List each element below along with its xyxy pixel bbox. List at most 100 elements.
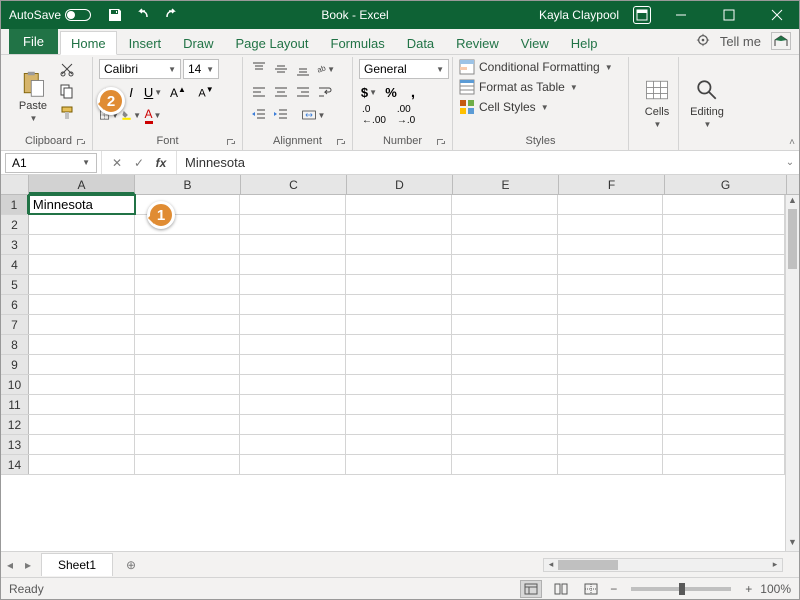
tab-data[interactable]: Data bbox=[397, 32, 444, 54]
cell[interactable] bbox=[135, 455, 241, 474]
row-header[interactable]: 10 bbox=[1, 375, 29, 394]
cell[interactable] bbox=[452, 275, 558, 294]
cell[interactable] bbox=[240, 235, 346, 254]
percent-format-icon[interactable]: % bbox=[381, 82, 401, 102]
scroll-down-icon[interactable]: ▼ bbox=[786, 537, 799, 551]
cell[interactable] bbox=[240, 395, 346, 414]
name-box[interactable]: A1▼ bbox=[5, 153, 97, 173]
cell[interactable] bbox=[558, 275, 664, 294]
cell[interactable] bbox=[346, 235, 452, 254]
wrap-text-icon[interactable] bbox=[315, 82, 335, 102]
scroll-up-icon[interactable]: ▲ bbox=[786, 195, 799, 209]
comma-format-icon[interactable]: , bbox=[403, 82, 423, 102]
cell[interactable] bbox=[29, 255, 135, 274]
paste-button[interactable]: Paste ▼ bbox=[11, 59, 55, 134]
tab-help[interactable]: Help bbox=[561, 32, 608, 54]
cell[interactable] bbox=[663, 395, 785, 414]
cell[interactable] bbox=[240, 255, 346, 274]
align-center-icon[interactable] bbox=[271, 82, 291, 102]
row-header[interactable]: 5 bbox=[1, 275, 29, 294]
row-header[interactable]: 8 bbox=[1, 335, 29, 354]
font-launcher[interactable] bbox=[226, 138, 236, 148]
page-break-view-icon[interactable] bbox=[580, 580, 602, 598]
cell[interactable] bbox=[135, 315, 241, 334]
maximize-button[interactable] bbox=[707, 1, 751, 29]
fill-color-button[interactable]: ▼ bbox=[121, 105, 141, 125]
row-header[interactable]: 12 bbox=[1, 415, 29, 434]
cell[interactable] bbox=[135, 235, 241, 254]
cell[interactable] bbox=[663, 455, 785, 474]
cell[interactable] bbox=[135, 395, 241, 414]
cell[interactable] bbox=[346, 355, 452, 374]
sheet-nav-next[interactable]: ▸ bbox=[19, 558, 37, 572]
autosave-toggle[interactable]: AutoSave bbox=[9, 8, 91, 22]
cell[interactable] bbox=[452, 375, 558, 394]
scroll-left-icon[interactable]: ◂ bbox=[544, 559, 558, 570]
number-launcher[interactable] bbox=[436, 138, 446, 148]
cell[interactable] bbox=[29, 315, 135, 334]
cell[interactable]: Minnesota bbox=[29, 195, 135, 214]
cell[interactable] bbox=[452, 355, 558, 374]
cell[interactable] bbox=[346, 315, 452, 334]
column-header[interactable]: C bbox=[241, 175, 347, 194]
cell[interactable] bbox=[240, 315, 346, 334]
cell[interactable] bbox=[558, 215, 664, 234]
align-right-icon[interactable] bbox=[293, 82, 313, 102]
column-header[interactable]: F bbox=[559, 175, 665, 194]
cell[interactable] bbox=[663, 335, 785, 354]
cell[interactable] bbox=[558, 455, 664, 474]
cell[interactable] bbox=[240, 435, 346, 454]
cell[interactable] bbox=[663, 435, 785, 454]
cell[interactable] bbox=[346, 295, 452, 314]
cell[interactable] bbox=[29, 295, 135, 314]
font-color-button[interactable]: A▼ bbox=[143, 105, 163, 125]
cell[interactable] bbox=[346, 255, 452, 274]
accounting-format-icon[interactable]: $▼ bbox=[359, 82, 379, 102]
column-header[interactable]: G bbox=[665, 175, 787, 194]
cell[interactable] bbox=[558, 375, 664, 394]
cell[interactable] bbox=[663, 295, 785, 314]
column-header[interactable]: D bbox=[347, 175, 453, 194]
cell[interactable] bbox=[663, 415, 785, 434]
cell[interactable] bbox=[452, 255, 558, 274]
cell[interactable] bbox=[452, 435, 558, 454]
username[interactable]: Kayla Claypool bbox=[529, 8, 629, 22]
cell[interactable] bbox=[452, 215, 558, 234]
cell[interactable] bbox=[240, 415, 346, 434]
cell[interactable] bbox=[240, 275, 346, 294]
tab-review[interactable]: Review bbox=[446, 32, 509, 54]
zoom-level[interactable]: 100% bbox=[760, 582, 791, 596]
cell[interactable] bbox=[452, 395, 558, 414]
cell[interactable] bbox=[135, 415, 241, 434]
increase-font-icon[interactable]: A▲ bbox=[165, 82, 191, 102]
cell[interactable] bbox=[558, 335, 664, 354]
cell[interactable] bbox=[663, 195, 785, 214]
cell[interactable] bbox=[346, 215, 452, 234]
tab-home[interactable]: Home bbox=[60, 31, 117, 55]
scroll-thumb[interactable] bbox=[788, 209, 797, 269]
cell[interactable] bbox=[29, 435, 135, 454]
tab-view[interactable]: View bbox=[511, 32, 559, 54]
sheet-nav-prev[interactable]: ◂ bbox=[1, 558, 19, 572]
fx-icon[interactable]: fx bbox=[152, 154, 170, 172]
cell[interactable] bbox=[663, 355, 785, 374]
column-header[interactable]: E bbox=[453, 175, 559, 194]
cell[interactable] bbox=[452, 455, 558, 474]
cell[interactable] bbox=[346, 455, 452, 474]
cell[interactable] bbox=[558, 415, 664, 434]
cell[interactable] bbox=[29, 235, 135, 254]
cell[interactable] bbox=[346, 415, 452, 434]
cell[interactable] bbox=[346, 335, 452, 354]
font-size-combo[interactable]: 14▼ bbox=[183, 59, 219, 79]
row-header[interactable]: 3 bbox=[1, 235, 29, 254]
increase-indent-icon[interactable] bbox=[271, 105, 291, 125]
copy-icon[interactable] bbox=[57, 81, 77, 101]
row-header[interactable]: 2 bbox=[1, 215, 29, 234]
cell[interactable] bbox=[346, 275, 452, 294]
cell-styles-button[interactable]: Cell Styles▼ bbox=[459, 99, 613, 115]
orientation-icon[interactable]: ab▼ bbox=[315, 59, 335, 79]
cell[interactable] bbox=[558, 295, 664, 314]
scroll-h-thumb[interactable] bbox=[558, 560, 618, 570]
cell[interactable] bbox=[558, 315, 664, 334]
clipboard-launcher[interactable] bbox=[76, 138, 86, 148]
